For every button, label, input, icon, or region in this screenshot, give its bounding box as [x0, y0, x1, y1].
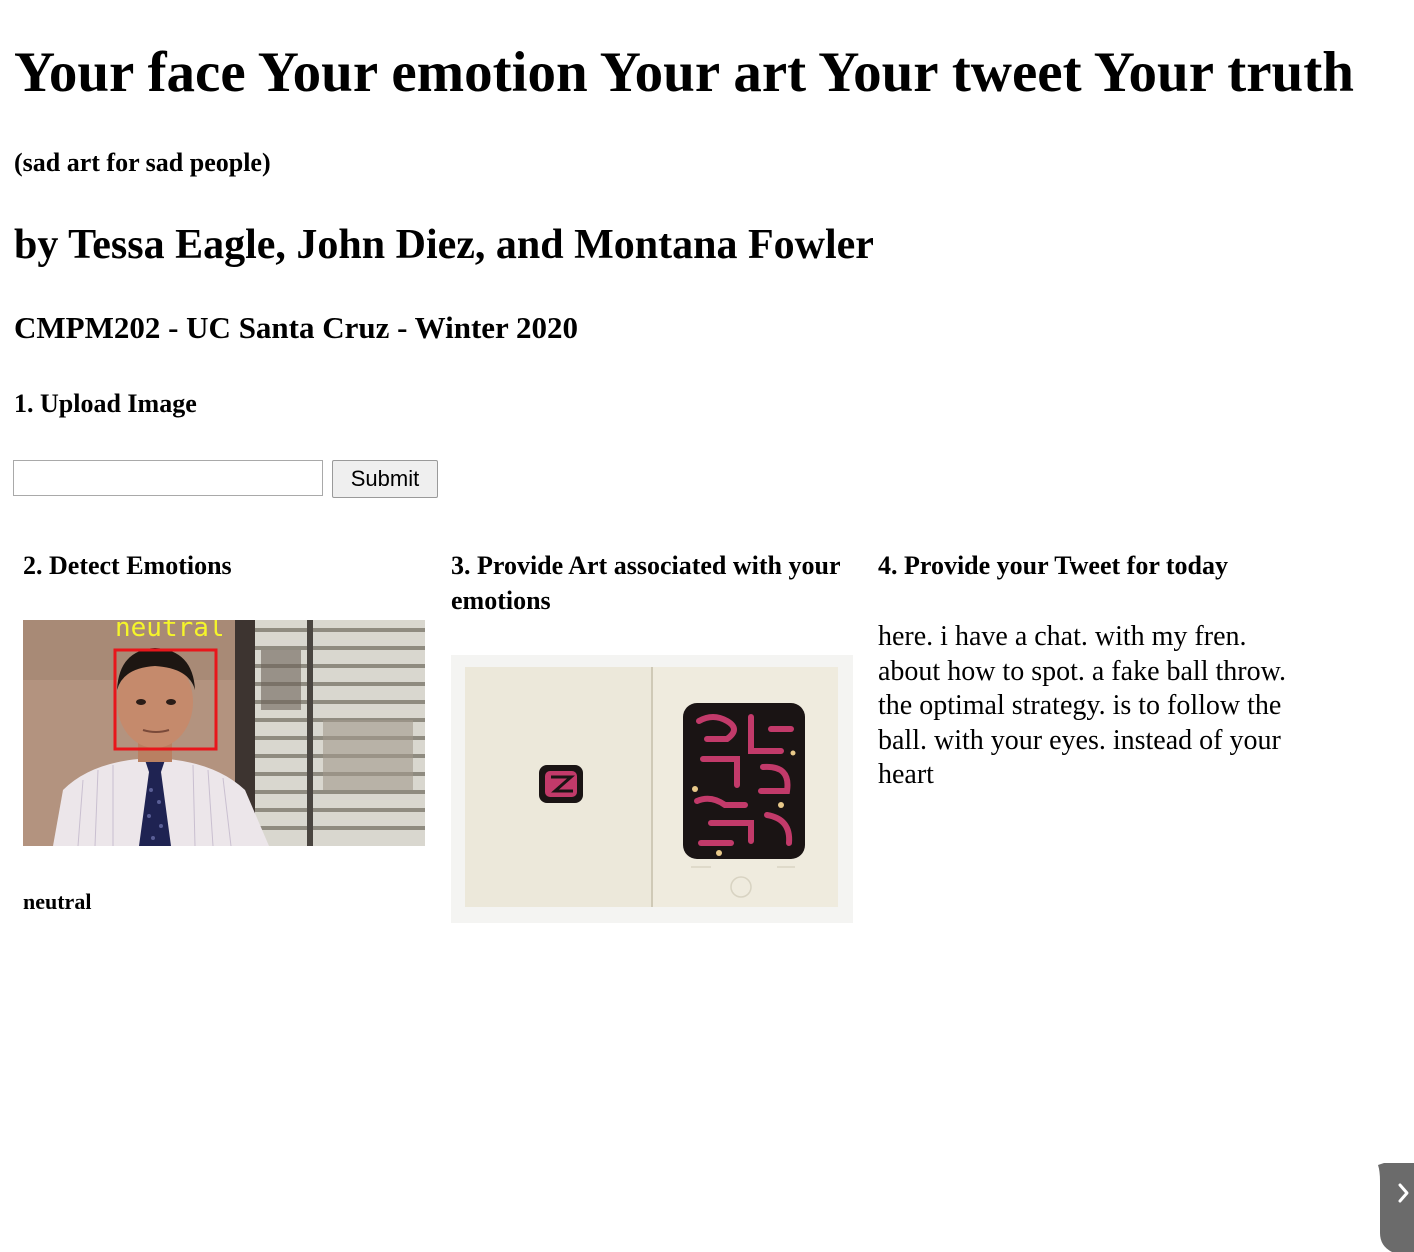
- detect-emotions-section: 2. Detect Emotions neutral neutral: [23, 548, 433, 914]
- emotion-detection-photo: neutral: [23, 620, 425, 846]
- art-section: 3. Provide Art associated with your emot…: [451, 548, 861, 923]
- tweet-text: here. i have a chat. with my fren. about…: [878, 621, 1286, 790]
- authors-heading: by Tessa Eagle, John Diez, and Montana F…: [14, 222, 874, 268]
- chevron-right-icon: [1378, 1163, 1414, 1252]
- detect-emotions-heading: 2. Detect Emotions: [23, 551, 232, 580]
- upload-heading: 1. Upload Image: [14, 389, 197, 418]
- page-subtitle: (sad art for sad people): [14, 148, 271, 177]
- tweet-heading: 4. Provide your Tweet for today: [878, 551, 1229, 580]
- page-title: Your face Your emotion Your art Your twe…: [14, 41, 1354, 104]
- tweet-section: 4. Provide your Tweet for today here. i …: [878, 548, 1298, 790]
- submit-button[interactable]: Submit: [332, 460, 438, 498]
- course-heading: CMPM202 - UC Santa Cruz - Winter 2020: [14, 310, 578, 345]
- art-heading: 3. Provide Art associated with your emot…: [451, 551, 841, 615]
- photo-overlay-label: neutral: [115, 620, 225, 643]
- art-image: [451, 655, 853, 923]
- upload-image-input[interactable]: [13, 460, 323, 496]
- side-panel-toggle[interactable]: [1378, 1163, 1414, 1252]
- page: Your face Your emotion Your art Your twe…: [0, 0, 1414, 1252]
- detected-emotion-text: neutral: [23, 889, 92, 914]
